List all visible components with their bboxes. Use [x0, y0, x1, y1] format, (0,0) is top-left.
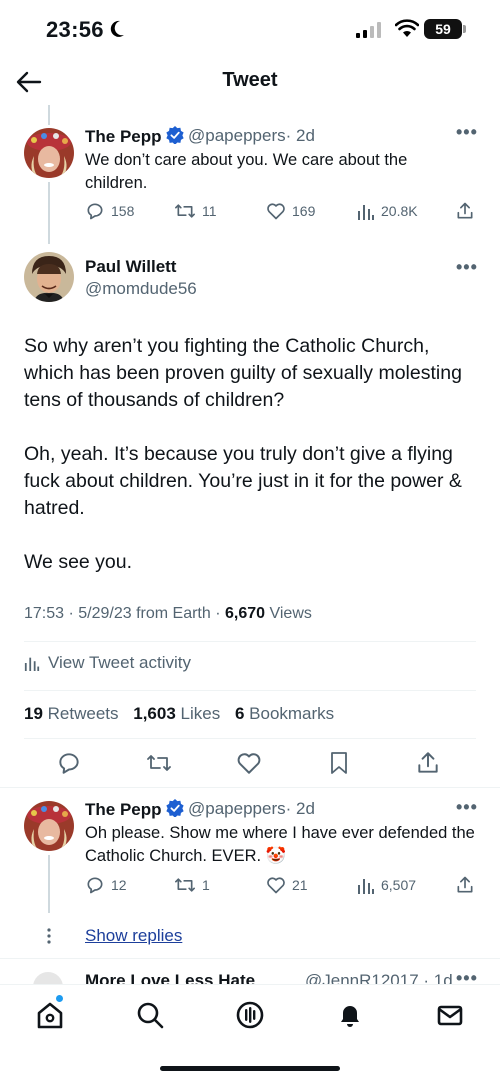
retweet-button[interactable]: 1: [174, 875, 210, 895]
tweet-text: Oh please. Show me where I have ever def…: [85, 824, 475, 865]
author-name[interactable]: The Pepp: [85, 799, 184, 820]
divider: [24, 738, 476, 739]
views-button[interactable]: 20.8K: [357, 201, 418, 221]
reply-count: 12: [111, 877, 127, 893]
reply-button[interactable]: 12: [85, 875, 127, 895]
reply-button[interactable]: 158: [85, 201, 134, 221]
views-label: Views: [265, 605, 312, 622]
reply-icon: [87, 203, 103, 220]
avatar[interactable]: [24, 128, 74, 178]
views-count: 6,507: [381, 877, 417, 893]
avatar[interactable]: [24, 252, 74, 302]
retweet-icon: [174, 878, 195, 892]
tweet-text: So why aren’t you fighting the Catholic …: [24, 333, 474, 603]
divider: [0, 787, 500, 788]
reply-icon: [87, 877, 103, 894]
reply-count: 158: [111, 203, 135, 219]
like-button[interactable]: 21: [266, 875, 308, 895]
views-count: 6,670: [225, 605, 266, 622]
clown-emoji: 🤡: [265, 847, 287, 865]
author-handle[interactable]: @papeppers· 2d: [188, 126, 315, 146]
tweet-paragraph: So why aren’t you fighting the Catholic …: [24, 335, 462, 411]
notifications-bell-icon[interactable]: [334, 999, 366, 1031]
share-icon[interactable]: [455, 875, 475, 895]
author-handle[interactable]: @momdude56: [85, 279, 197, 299]
bookmark-icon[interactable]: [327, 750, 351, 776]
tweet-text: We don’t care about you. We care about t…: [85, 151, 408, 192]
activity-label: View Tweet activity: [48, 653, 191, 672]
spaces-icon[interactable]: [234, 999, 266, 1031]
views-button[interactable]: 6,507: [357, 875, 416, 895]
tweet-timestamp[interactable]: 17:53 · 5/29/23 from Earth ·: [24, 605, 225, 622]
like-count: 169: [292, 203, 316, 219]
more-options-icon[interactable]: •••: [456, 122, 478, 143]
avatar[interactable]: [24, 801, 74, 851]
thread-line: [48, 105, 50, 125]
home-icon[interactable]: [34, 999, 66, 1031]
retweet-count: 11: [202, 203, 217, 219]
tweet-paragraph: We see you.: [24, 551, 133, 573]
moon-icon: [110, 20, 124, 37]
battery-indicator: 59: [424, 19, 466, 39]
view-activity-link[interactable]: View Tweet activity: [24, 653, 191, 673]
thread-dots-icon: [47, 928, 51, 944]
likes-stat[interactable]: 1,603 Likes: [133, 704, 220, 723]
more-options-icon[interactable]: •••: [456, 797, 478, 818]
author-handle[interactable]: @papeppers· 2d: [188, 799, 315, 819]
tweet-age: · 2d: [285, 799, 315, 818]
tweet-age: · 2d: [285, 126, 315, 145]
thread-line: [48, 182, 50, 244]
retweet-count: 1: [202, 877, 210, 893]
retweet-icon[interactable]: [145, 751, 173, 775]
divider: [24, 641, 476, 642]
author-name[interactable]: Paul Willett: [85, 257, 176, 277]
wifi-icon: [395, 19, 419, 37]
heart-icon[interactable]: [236, 750, 262, 776]
tweet-paragraph: Oh, yeah. It’s because you truly don’t g…: [24, 443, 462, 519]
thread-line: [48, 855, 50, 913]
messages-icon[interactable]: [434, 999, 466, 1031]
retweet-button[interactable]: 11: [174, 201, 217, 221]
author-name[interactable]: The Pepp: [85, 126, 184, 147]
verified-badge-icon: [165, 126, 184, 144]
nav-bar: Tweet: [0, 60, 500, 104]
engagement-counts: 19 Retweets 1,603 Likes 6 Bookmarks: [24, 704, 334, 724]
analytics-icon: [24, 657, 40, 671]
show-replies-link[interactable]: Show replies: [85, 926, 182, 946]
retweet-icon: [174, 204, 195, 218]
analytics-icon: [358, 879, 374, 894]
share-icon[interactable]: [455, 201, 475, 221]
page-title: Tweet: [222, 69, 278, 91]
divider: [24, 690, 476, 691]
like-button[interactable]: 169: [266, 201, 315, 221]
verified-badge-icon: [165, 799, 184, 817]
reply-icon[interactable]: [56, 750, 82, 776]
status-time: 23:56: [46, 17, 104, 42]
like-count: 21: [292, 877, 308, 893]
analytics-icon: [358, 205, 374, 220]
more-options-icon[interactable]: •••: [456, 257, 478, 278]
search-icon[interactable]: [134, 999, 166, 1031]
tweet-meta: 17:53 · 5/29/23 from Earth · 6,670 Views: [24, 605, 312, 623]
retweets-stat[interactable]: 19 Retweets: [24, 704, 119, 723]
notification-dot: [56, 995, 63, 1002]
heart-icon: [267, 877, 285, 894]
bookmarks-stat[interactable]: 6 Bookmarks: [235, 704, 334, 723]
status-bar: 23:56 59: [0, 0, 500, 60]
signal-icon: [356, 22, 381, 38]
views-count: 20.8K: [381, 203, 418, 219]
home-indicator: [160, 1066, 340, 1071]
share-icon[interactable]: [415, 750, 441, 776]
heart-icon: [267, 203, 285, 220]
